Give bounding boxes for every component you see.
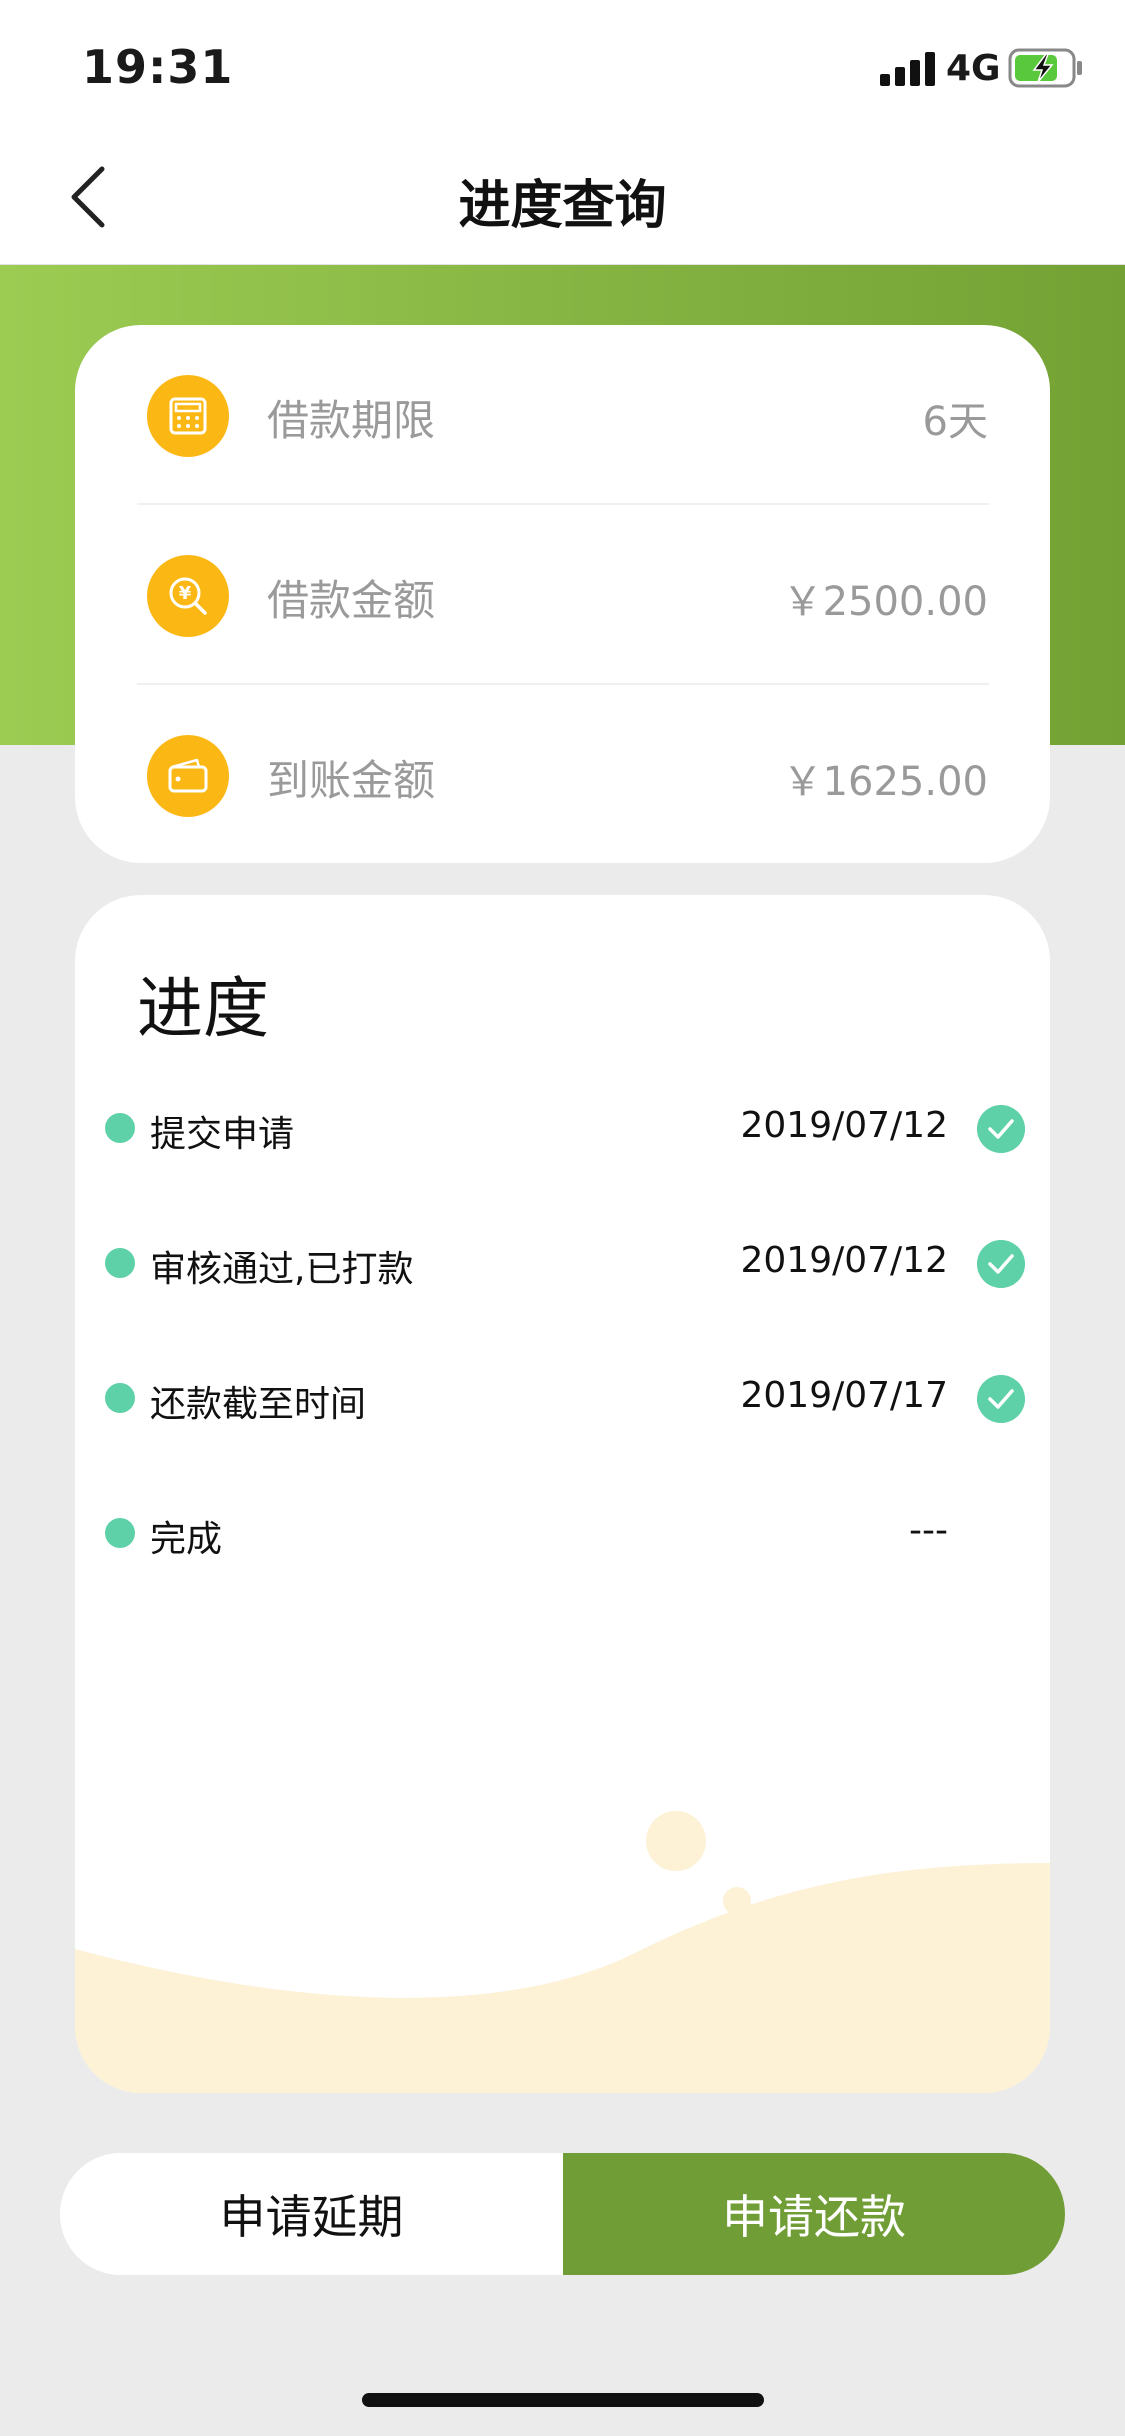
step-label: 审核通过,已打款: [150, 1249, 414, 1290]
progress-card: 进度 提交申请 2019/07/12 审核通过,已打款 2019/07/12 还…: [75, 895, 1050, 2093]
step-date: 2019/07/12: [740, 1105, 949, 1146]
progress-step: 还款截至时间 2019/07/17: [75, 1363, 1050, 1433]
loan-amount-label: 借款金额: [267, 576, 436, 625]
page-title: 进度查询: [458, 176, 667, 236]
check-icon: [977, 1105, 1025, 1153]
status-time: 19:31: [82, 40, 234, 94]
progress-title: 进度: [137, 970, 269, 1047]
step-date: 2019/07/17: [740, 1375, 949, 1416]
check-icon: [977, 1375, 1025, 1423]
loan-info-card: 借款期限 6天 ¥ 借款金额 ￥2500.00 到账金额 ￥1625.00: [75, 325, 1050, 863]
progress-step: 审核通过,已打款 2019/07/12: [75, 1228, 1050, 1298]
received-amount-value: ￥1625.00: [782, 759, 988, 805]
wave-decoration: [75, 1811, 1050, 2093]
signal-icon: [880, 52, 935, 86]
calculator-icon: [147, 375, 229, 457]
step-dot: [105, 1113, 135, 1143]
step-date: ---: [909, 1510, 948, 1551]
step-dot: [105, 1518, 135, 1548]
step-date: 2019/07/12: [740, 1240, 949, 1281]
received-amount-row: 到账金额 ￥1625.00: [75, 685, 1050, 865]
progress-step: 完成 ---: [75, 1498, 1050, 1568]
loan-term-row: 借款期限 6天: [75, 325, 1050, 505]
action-bar: 申请延期 申请还款: [60, 2153, 1065, 2275]
step-dot: [105, 1248, 135, 1278]
wallet-icon: [147, 735, 229, 817]
network-label: 4G: [946, 48, 1001, 89]
check-icon: [977, 1240, 1025, 1288]
step-label: 还款截至时间: [150, 1384, 367, 1425]
svg-text:¥: ¥: [179, 583, 192, 604]
progress-step: 提交申请 2019/07/12: [75, 1093, 1050, 1163]
loan-term-value: 6天: [922, 399, 988, 445]
apply-repayment-button[interactable]: 申请还款: [563, 2153, 1065, 2275]
received-amount-label: 到账金额: [267, 756, 436, 805]
loan-amount-value: ￥2500.00: [782, 579, 988, 625]
loan-term-label: 借款期限: [267, 396, 436, 445]
status-bar: 19:31 4G: [0, 0, 1125, 135]
nav-bar: 进度查询: [0, 135, 1125, 265]
step-dot: [105, 1383, 135, 1413]
loan-amount-row: ¥ 借款金额 ￥2500.00: [75, 505, 1050, 685]
home-indicator: [362, 2393, 764, 2407]
battery-charging-icon: [1008, 48, 1082, 88]
yen-search-icon: ¥: [147, 555, 229, 637]
step-label: 完成: [150, 1519, 223, 1560]
step-label: 提交申请: [150, 1114, 295, 1155]
apply-extension-button[interactable]: 申请延期: [60, 2153, 563, 2275]
